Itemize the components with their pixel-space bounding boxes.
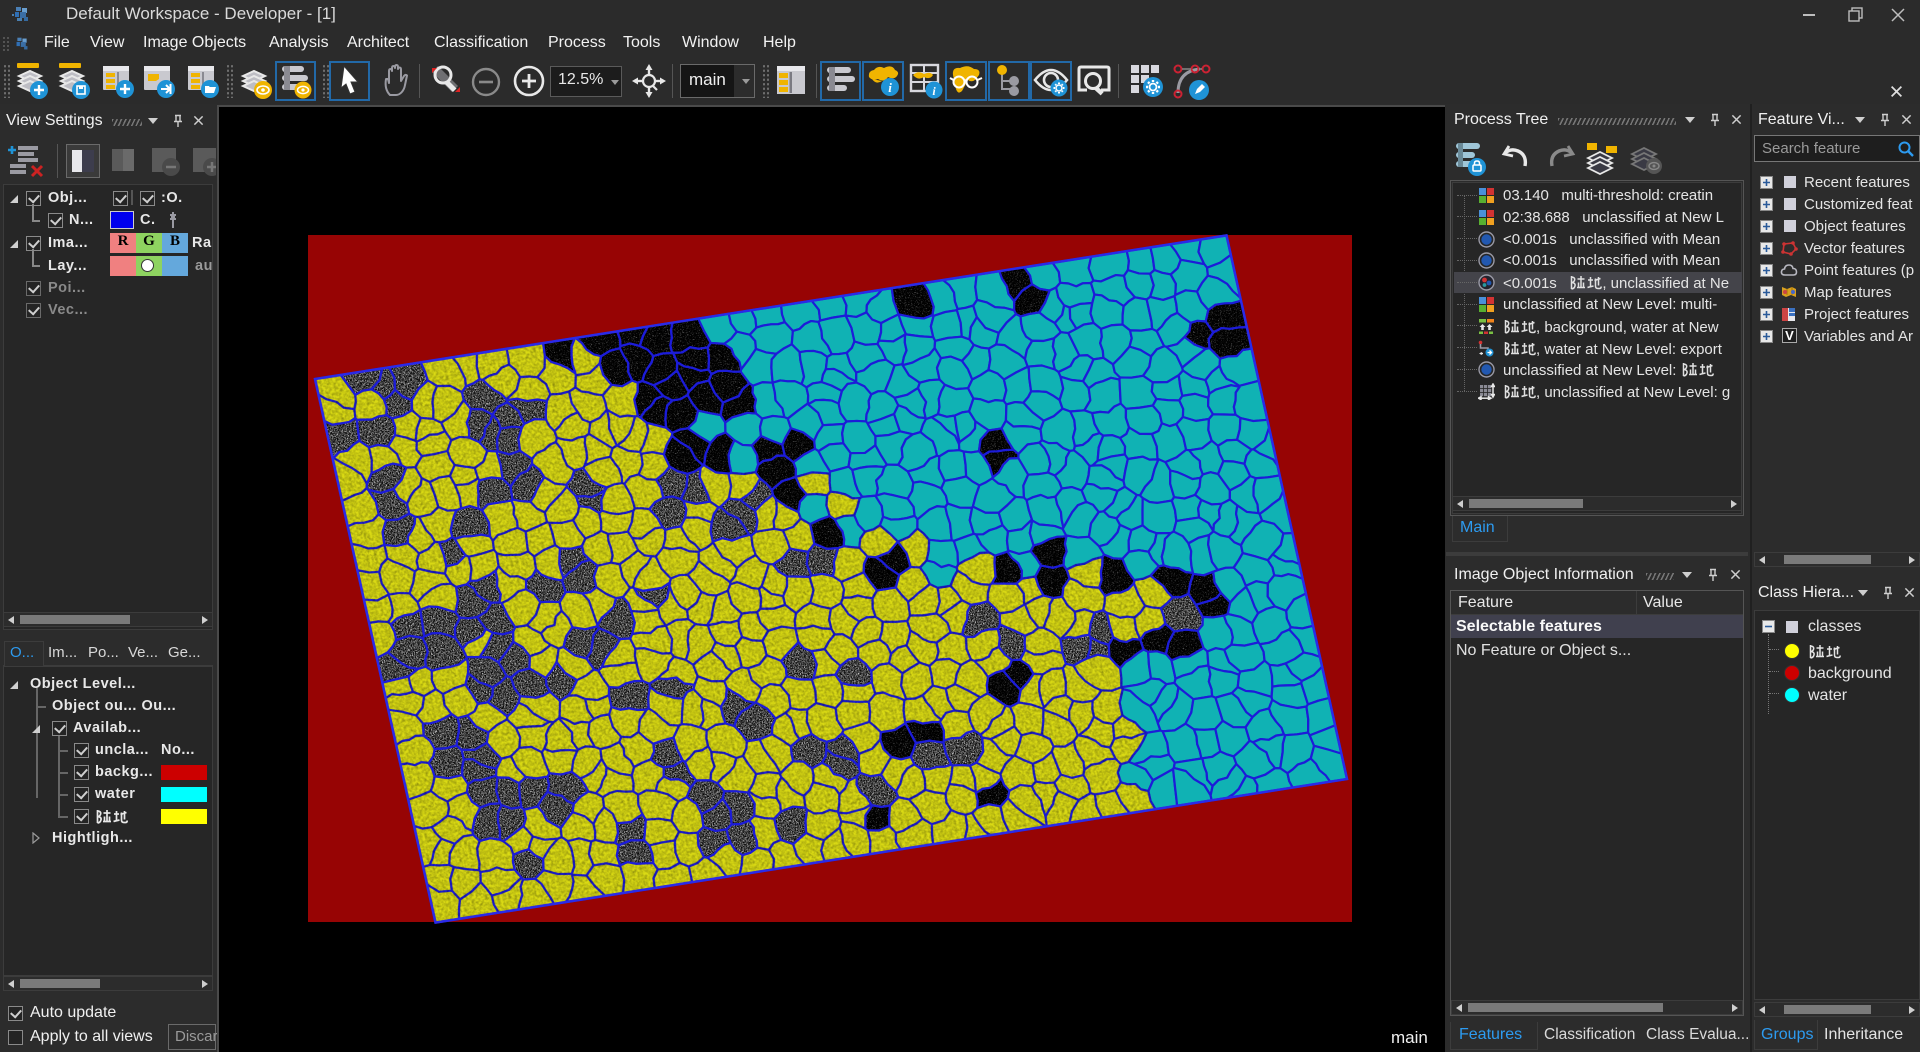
svg-text:i: i — [888, 80, 892, 95]
